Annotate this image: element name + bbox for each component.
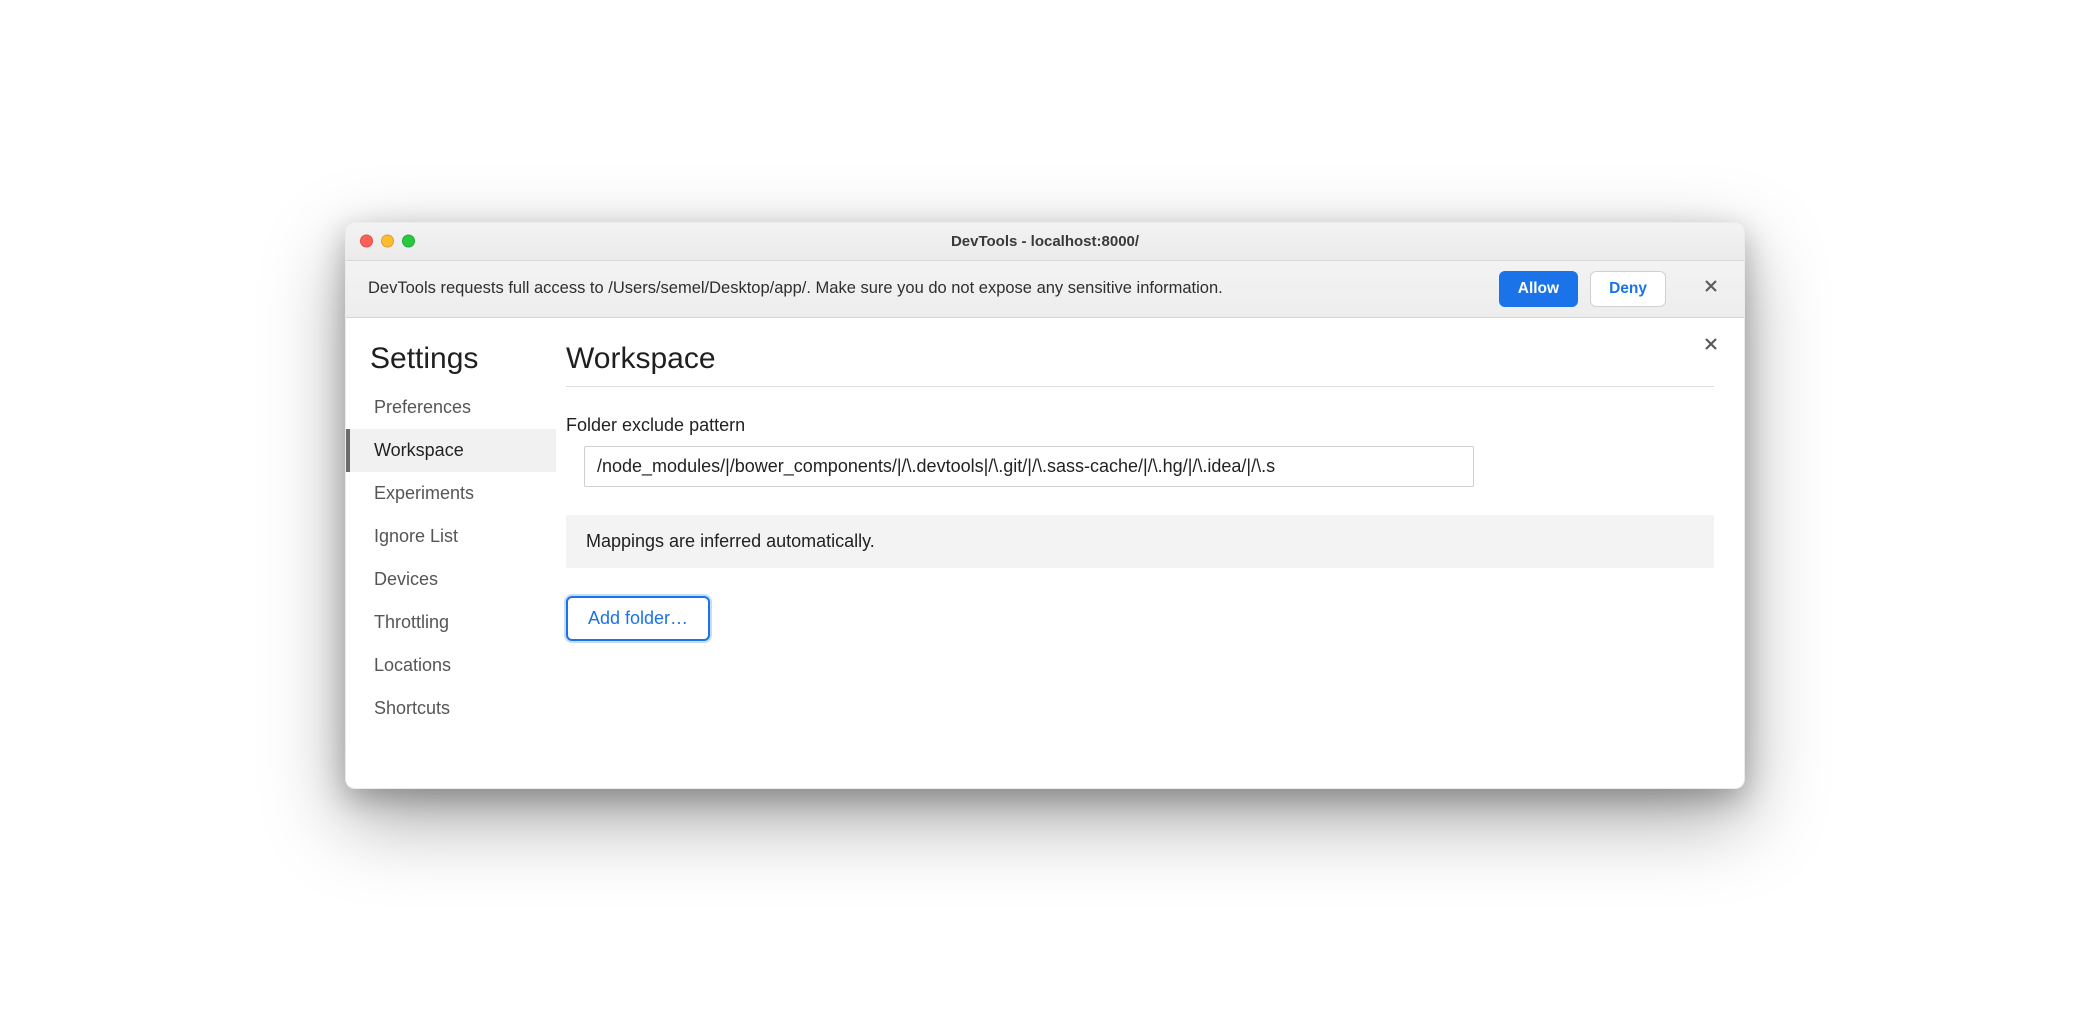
deny-button[interactable]: Deny: [1590, 271, 1666, 307]
sidebar-item-experiments[interactable]: Experiments: [346, 472, 556, 515]
permission-infobar: DevTools requests full access to /Users/…: [346, 261, 1744, 318]
mappings-info-note: Mappings are inferred automatically.: [566, 515, 1714, 568]
settings-panel: Settings Preferences Workspace Experimen…: [346, 318, 1744, 788]
add-folder-button[interactable]: Add folder…: [566, 596, 710, 641]
sidebar-item-workspace[interactable]: Workspace: [346, 429, 556, 472]
exclude-pattern-label: Folder exclude pattern: [566, 415, 1714, 436]
sidebar-item-locations[interactable]: Locations: [346, 644, 556, 687]
settings-close-button[interactable]: [1696, 332, 1726, 362]
sidebar-item-shortcuts[interactable]: Shortcuts: [346, 687, 556, 730]
devtools-window: DevTools - localhost:8000/ DevTools requ…: [345, 222, 1745, 789]
window-title: DevTools - localhost:8000/: [346, 233, 1744, 250]
window-titlebar: DevTools - localhost:8000/: [346, 223, 1744, 261]
page-heading: Workspace: [566, 342, 1714, 387]
sidebar-item-ignore-list[interactable]: Ignore List: [346, 515, 556, 558]
sidebar-item-devices[interactable]: Devices: [346, 558, 556, 601]
allow-button[interactable]: Allow: [1499, 271, 1578, 307]
window-close-button[interactable]: [360, 235, 373, 248]
close-icon: [1703, 335, 1719, 358]
permission-message: DevTools requests full access to /Users/…: [368, 279, 1487, 298]
settings-title: Settings: [346, 342, 556, 386]
window-maximize-button[interactable]: [402, 235, 415, 248]
settings-main: Workspace Folder exclude pattern Mapping…: [556, 318, 1744, 788]
traffic-lights: [360, 235, 415, 248]
settings-sidebar: Settings Preferences Workspace Experimen…: [346, 318, 556, 788]
window-minimize-button[interactable]: [381, 235, 394, 248]
close-icon: [1703, 277, 1719, 300]
exclude-pattern-input[interactable]: [584, 446, 1474, 487]
sidebar-item-preferences[interactable]: Preferences: [346, 386, 556, 429]
infobar-close-button[interactable]: [1696, 274, 1726, 304]
sidebar-item-throttling[interactable]: Throttling: [346, 601, 556, 644]
